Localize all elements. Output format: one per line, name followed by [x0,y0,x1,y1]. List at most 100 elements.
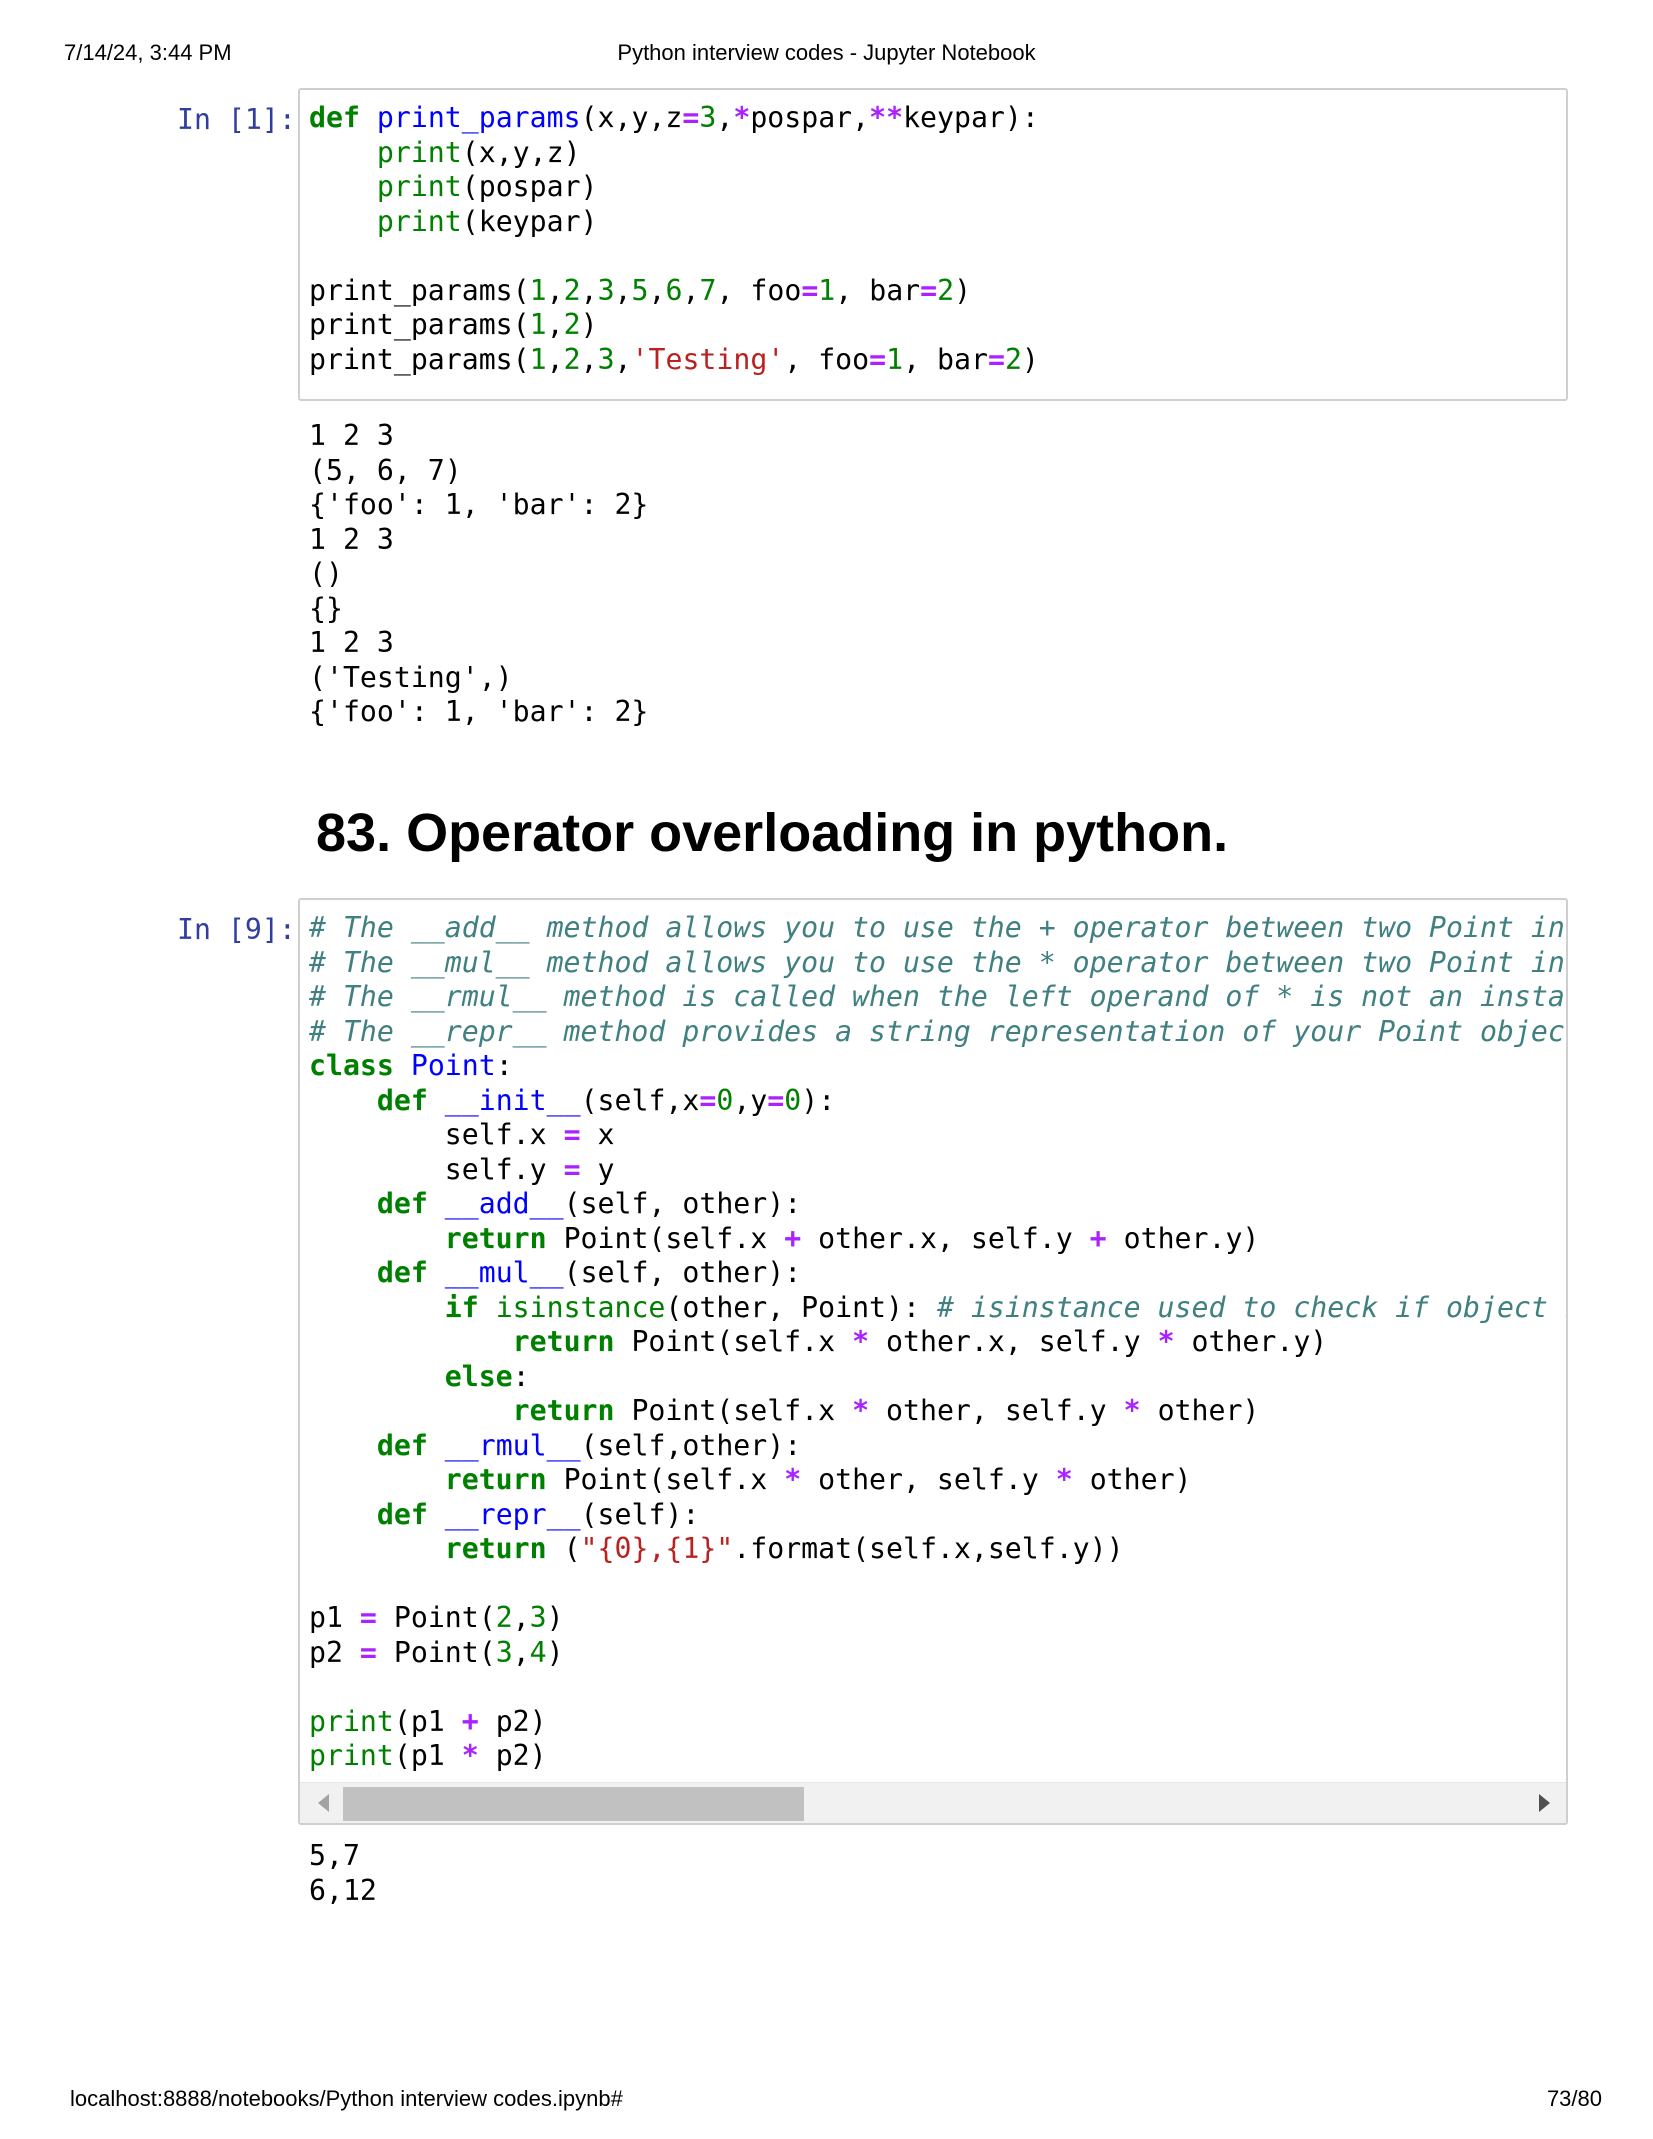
cell2-code-line [309,1670,1566,1705]
cell1-output: 1 2 3 (5, 6, 7) {'foo': 1, 'bar': 2} 1 2 3(… [309,419,648,730]
cell1-code-line: def print_params(x,y,z=3,*pospar,**keypa… [309,101,1566,136]
cell2-code-line: return Point(self.x * other.x, self.y * … [309,1325,1566,1360]
code-token: ( [546,1532,581,1565]
operator-token: * [852,1394,870,1427]
code-token: (keypar) [461,204,598,238]
operator-token: * [733,101,751,134]
code-token: , [580,342,598,376]
keyword-token: def [376,1497,428,1531]
code-token: p1 [309,1601,360,1634]
cell2-code: # The __add__ method allows you to use t… [300,900,1566,1774]
builtin-token: isinstance [495,1290,666,1324]
code-token: other.x, self.y [801,1221,1090,1255]
number-token: 0 [784,1083,802,1117]
comment-token: # The __mul__ method allows you to use t… [309,945,1568,979]
number-token: 3 [495,1635,513,1669]
cell2-code-line: def __repr__(self): [309,1498,1566,1533]
cell2-code-line: return Point(self.x * other, self.y * ot… [309,1463,1566,1498]
code-token: : [495,1049,513,1082]
cell1-code: def print_params(x,y,z=3,*pospar,**keypa… [300,90,1566,377]
code-token: ) [546,1601,564,1634]
number-token: 2 [495,1601,513,1634]
code-token: , [546,273,564,307]
scrollbar-thumb[interactable] [343,1787,805,1821]
code-token: Point(self.x [546,1221,785,1255]
scrollbar-track[interactable] [343,1787,1526,1821]
builtin-token: print [309,1704,394,1738]
code-token: y [580,1152,615,1186]
code-token: (self,x [580,1083,700,1117]
number-token: 3 [529,1601,547,1634]
operator-token: * [1157,1325,1175,1358]
number-token: 4 [529,1635,547,1669]
code-token: ) [954,273,972,307]
code-token: , bar [835,273,921,307]
code-token: Point(self.x [546,1463,785,1496]
operator-token: = [767,1083,785,1117]
code-token: pospar, [750,101,870,134]
code-token: (other, Point): [665,1290,937,1324]
section-heading: 83. Operator overloading in python. [316,803,1229,863]
cell2-code-editor[interactable]: # The __add__ method allows you to use t… [298,898,1568,1825]
code-token: , foo [784,342,870,376]
cell2-code-line: # The __repr__ method provides a string … [309,1015,1566,1050]
builtin-token: print [309,1739,394,1772]
operator-token: = [987,342,1005,376]
code-token: p2) [478,1739,547,1772]
code-token: self.y [309,1152,564,1186]
cell1-output-line: {'foo': 1, 'bar': 2} [309,488,649,521]
cell1-output-line: 1 2 3 [309,626,394,659]
cell2-code-line: def __add__(self, other): [309,1187,1566,1222]
code-token: (self): [580,1497,700,1531]
cell1-code-line [309,239,1566,274]
code-token: , [614,342,632,376]
name-token: Point [410,1049,496,1082]
cell1-code-line: print(pospar) [309,170,1566,205]
number-token: 5 [631,273,649,307]
code-token: print_params( [309,308,530,341]
code-token: (p1 [393,1704,462,1738]
code-token: Point(self.x [614,1325,853,1358]
code-token: Point(self.x [614,1394,853,1427]
number-token: 2 [937,273,955,307]
number-token: 1 [818,273,836,307]
code-token: ) [1021,342,1039,376]
code-token: , [512,1635,530,1669]
cell1-code-line: print(x,y,z) [309,136,1566,171]
operator-token: * [1055,1463,1073,1496]
keyword-token: return [444,1221,547,1255]
keyword-token: def [376,1428,428,1462]
number-token: 3 [699,101,717,134]
code-token: ): [801,1083,836,1117]
operator-token: = [801,273,819,307]
cell2-output-line: 6,12 [309,1873,377,1907]
name-token: __rmul__ [444,1428,581,1462]
operator-token: = [682,101,700,134]
operator-token: = [359,1601,377,1634]
cell2-code-line [309,1567,1566,1602]
scroll-left-arrow-icon[interactable] [318,1794,329,1812]
scroll-right-arrow-icon[interactable] [1539,1794,1550,1812]
code-token: x [580,1118,615,1151]
cell2-code-line: def __mul__(self, other): [309,1256,1566,1291]
cell1-code-editor[interactable]: def print_params(x,y,z=3,*pospar,**keypa… [298,88,1568,401]
cell2-input-prompt: In [9]: [177,913,296,946]
code-token: , bar [903,342,988,376]
string-token: "{0},{1}" [580,1532,734,1565]
name-token: __mul__ [444,1256,564,1289]
horizontal-scrollbar[interactable] [300,1782,1566,1823]
code-token: , [682,273,700,307]
number-token: 3 [597,273,615,307]
cell2-code-line: p2 = Point(3,4) [309,1636,1566,1671]
